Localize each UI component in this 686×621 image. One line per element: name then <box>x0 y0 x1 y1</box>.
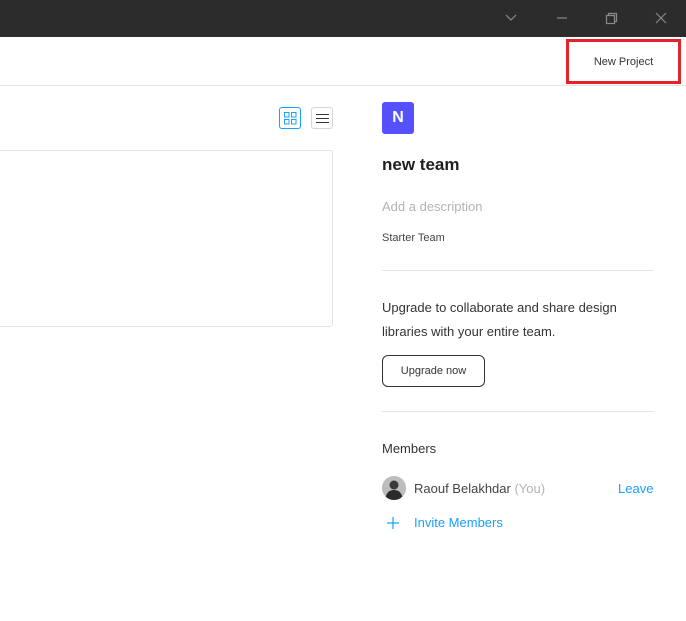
divider <box>382 411 654 412</box>
minimize-icon[interactable] <box>552 8 572 28</box>
members-heading: Members <box>382 441 437 456</box>
title-bar <box>0 0 686 37</box>
member-name-text: Raouf Belakhdar <box>414 481 511 496</box>
invite-members-label: Invite Members <box>414 515 503 530</box>
invite-members-button[interactable]: Invite Members <box>386 515 503 530</box>
leave-team-link[interactable]: Leave <box>618 481 653 496</box>
avatar <box>382 476 406 500</box>
list-icon <box>316 114 329 123</box>
team-plan-label: Starter Team <box>382 232 445 244</box>
new-project-button[interactable]: New Project <box>566 39 681 84</box>
toolbar: New Project <box>0 37 686 86</box>
member-name: Raouf Belakhdar (You) <box>414 481 545 496</box>
divider <box>382 270 654 271</box>
new-project-label: New Project <box>593 55 654 68</box>
plus-icon <box>387 516 399 529</box>
upgrade-now-button[interactable]: Upgrade now <box>382 355 485 387</box>
restore-icon[interactable] <box>601 8 621 28</box>
chevron-down-icon[interactable] <box>501 8 521 28</box>
team-description-field[interactable]: Add a description <box>382 199 482 214</box>
team-avatar: N <box>382 102 414 134</box>
close-icon[interactable] <box>651 8 671 28</box>
member-you-badge: (You) <box>514 481 546 496</box>
upgrade-description: Upgrade to collaborate and share design … <box>382 300 617 339</box>
list-view-button[interactable] <box>311 107 333 129</box>
grid-icon <box>284 112 297 125</box>
upgrade-now-label: Upgrade now <box>400 365 467 377</box>
team-name: new team <box>382 155 460 174</box>
project-card[interactable] <box>0 150 333 327</box>
grid-view-button[interactable] <box>279 107 301 129</box>
